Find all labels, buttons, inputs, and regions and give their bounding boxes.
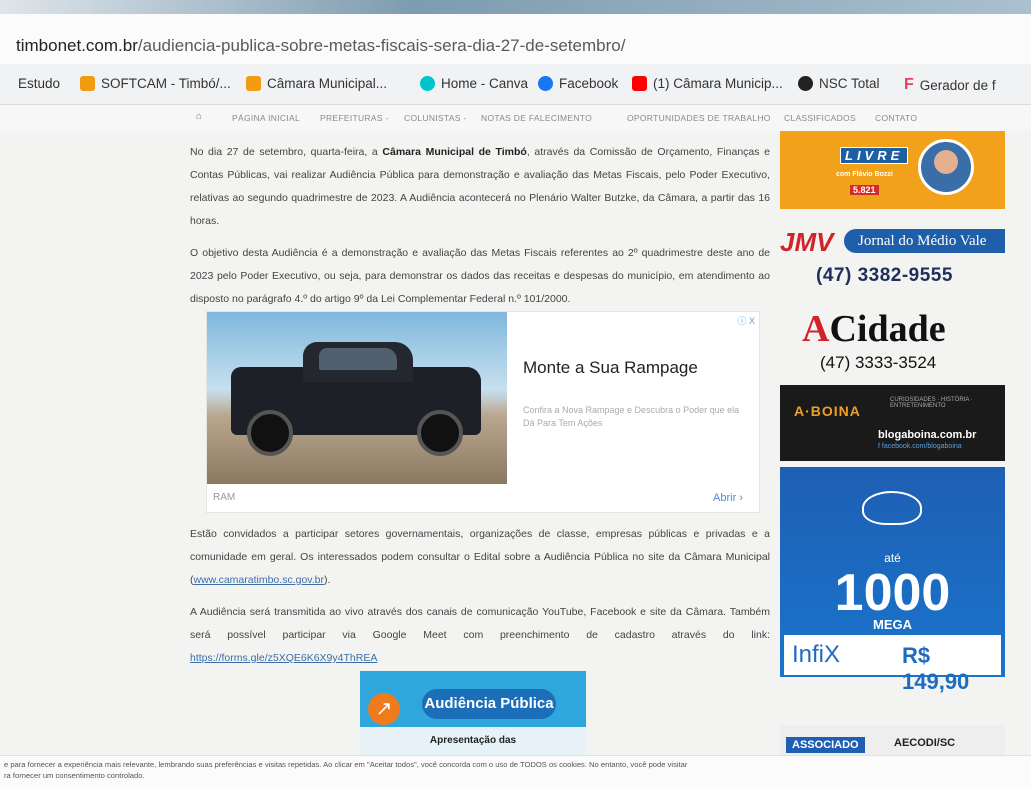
livre-host: com Flávio Bozzi [836,171,893,178]
associado-banner[interactable]: ASSOCIADO AECODI/SC [780,725,1005,755]
infix-banner[interactable]: até 1000 MEGA InfiX R$ 149,90 [780,467,1005,694]
url-text[interactable]: timbonet.com.br/audiencia-publica-sobre-… [16,36,625,56]
nav-pagina-inicial[interactable]: PÁGINA INICIAL [232,113,300,123]
article-paragraph: No dia 27 de setembro, quarta-feira, a C… [190,146,770,227]
article-paragraph: O objetivo desta Audiência é a demonstra… [190,247,770,305]
livre-title: LIVRE [840,147,909,164]
article-paragraph: Estão convidados a participar setores go… [190,528,770,586]
google-forms-link[interactable]: https://forms.gle/z5XQE6K6X9y4ThREA [190,652,377,664]
aboina-facebook: f facebook.com/blogaboina [878,443,962,450]
browser-top-strip [0,0,1031,14]
aboina-name: A·BOINA [794,403,861,419]
nav-classificados[interactable]: CLASSIFICADOS [784,113,856,123]
canva-icon [420,76,435,91]
nav-notas-falecimento[interactable]: NOTAS DE FALECIMENTO [481,113,592,123]
bookmark-gerador[interactable]: F Gerador de f [904,76,996,94]
ad-truck-image[interactable] [207,312,507,484]
jornal-medio-vale-banner[interactable]: JMV Jornal do Médio Vale [780,223,1005,261]
camara-icon [246,76,261,91]
facebook-icon [538,76,553,91]
bookmark-facebook[interactable]: Facebook [538,76,618,91]
banner-title: Audiência Pública [422,689,556,719]
infix-speed: 1000 [834,564,951,622]
ad-description: Confira a Nova Rampage e Descubra o Pode… [523,405,740,428]
livre-banner[interactable]: LIVRE com Flávio Bozzi 5.821 [780,131,1005,209]
ad-headline[interactable]: Monte a Sua Rampage [523,358,698,378]
nav-oportunidades[interactable]: OPORTUNIDADES DE TRABALHO [627,113,771,123]
bookmark-youtube[interactable]: (1) Câmara Municip... [632,76,783,91]
host-avatar [918,139,974,195]
address-bar[interactable]: timbonet.com.br/audiencia-publica-sobre-… [0,14,1031,64]
aboina-banner[interactable]: A·BOINA CURIOSIDADES · HISTÓRIA · ENTRET… [780,385,1005,461]
banner-subtitle: Apresentação das [360,727,586,755]
nav-prefeituras[interactable]: PREFEITURAS - [320,113,389,123]
truck-wheel [247,410,293,456]
truck-wheel [417,410,463,456]
ad-brand: RAM [213,492,236,503]
bookmarks-bar: Estudo SOFTCAM - Timbó/... Câmara Munici… [0,64,1031,105]
nav-colunistas[interactable]: COLUNISTAS - [404,113,466,123]
cookie-banner: e para fornecer a experiência mais relev… [0,755,1031,787]
youtube-icon [632,76,647,91]
infix-price: R$ 149,90 [902,643,970,694]
aboina-site: blogaboina.com.br [878,429,977,441]
truck-window [319,348,397,370]
article-body: No dia 27 de setembro, quarta-feira, a C… [190,141,770,320]
camara-site-link[interactable]: www.camaratimbo.sc.gov.br [194,574,325,586]
bookmark-canva[interactable]: Home - Canva [420,76,528,91]
livre-number: 5.821 [850,185,879,195]
acidade-phone: (47) 3333-3524 [820,353,937,372]
article-paragraph: A Audiência será transmitida ao vivo atr… [190,606,770,664]
gerador-icon: F [904,76,914,93]
infix-price-panel: InfiX R$ 149,90 [784,635,1001,694]
site-navigation: ⌂ PÁGINA INICIAL PREFEITURAS - COLUNISTA… [0,105,1031,132]
jmv-logo: JMV [780,227,834,257]
home-icon[interactable]: ⌂ [196,111,202,122]
article-body-continued: Estão convidados a participar setores go… [190,523,770,679]
bookmark-camara[interactable]: Câmara Municipal... [246,76,387,91]
ufo-icon [862,491,922,525]
bookmark-estudo[interactable]: Estudo [18,76,60,91]
infix-brand: InfiX [792,641,841,668]
cookie-text-line1: e para fornecer a experiência mais relev… [4,760,688,769]
aecodi-label: AECODI/SC [894,737,956,749]
nav-contato[interactable]: CONTATO [875,113,917,123]
cookie-text-line2: ra fornecer um consentimento controlado. [4,771,145,780]
ad-open-button[interactable]: Abrir › [713,492,743,504]
audiencia-publica-banner: ↗ Audiência Pública Apresentação das [360,671,586,755]
adchoices-icon[interactable]: ⓘ X [737,314,755,327]
arrow-icon: ↗ [368,693,400,725]
jmv-name: Jornal do Médio Vale [844,229,1005,253]
bookmark-softcam[interactable]: SOFTCAM - Timbó/... [80,76,231,91]
infix-mega: MEGA [873,617,912,632]
softcam-icon [80,76,95,91]
nsc-icon [798,76,813,91]
acidade-logo[interactable]: ACidade [802,307,946,351]
jmv-phone: (47) 3382-9555 [816,265,953,286]
bookmark-nsc[interactable]: NSC Total [798,76,880,91]
rampage-ad[interactable]: ⓘ X Monte a Sua Rampage Confira a Nova R… [206,311,760,513]
aboina-tagline: CURIOSIDADES · HISTÓRIA · ENTRETENIMENTO [890,397,973,409]
associado-label: ASSOCIADO [786,737,865,753]
